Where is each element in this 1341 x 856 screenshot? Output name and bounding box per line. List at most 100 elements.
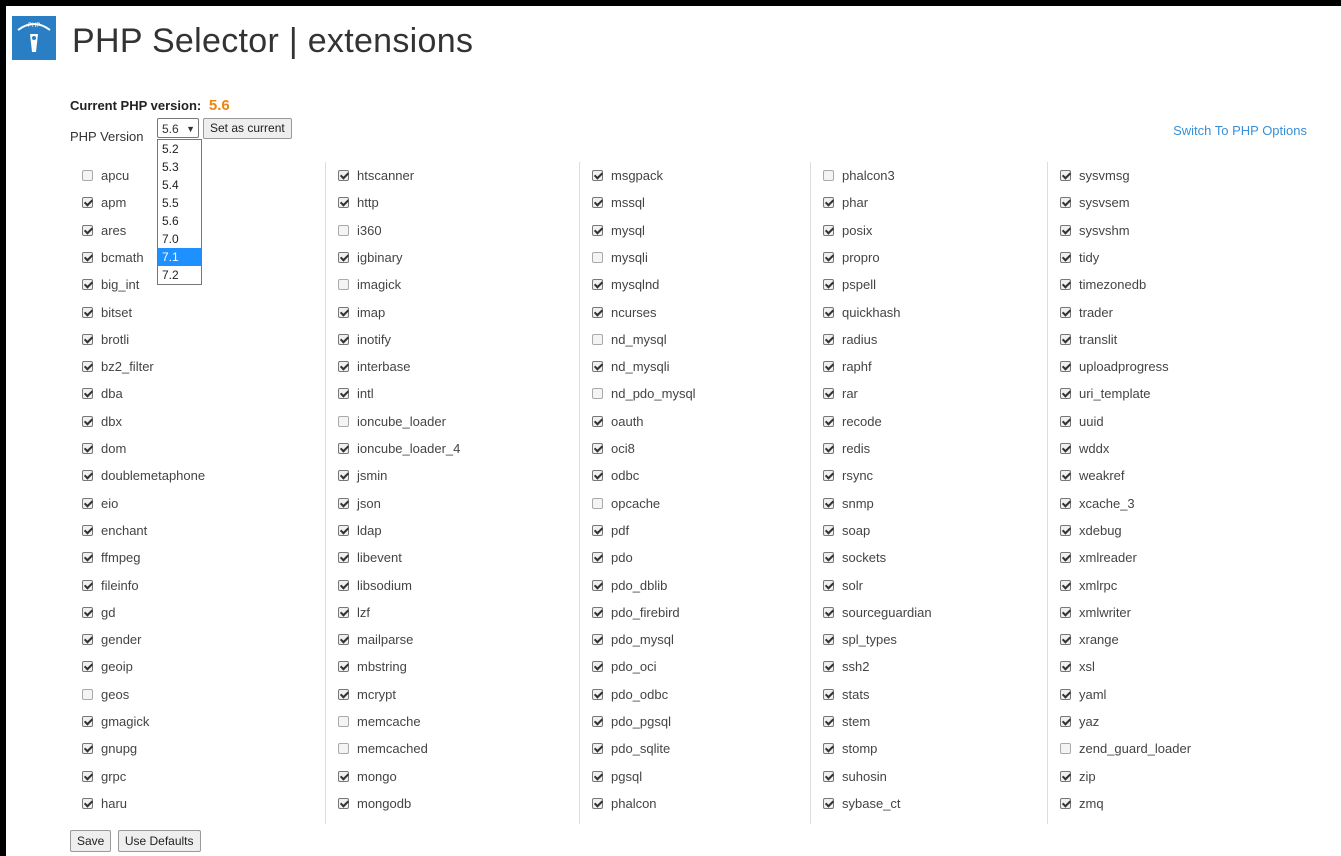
extension-item[interactable]: i360	[338, 217, 382, 244]
extension-checkbox[interactable]	[82, 470, 93, 482]
extension-item[interactable]: eio	[82, 490, 118, 517]
extension-item[interactable]: suhosin	[823, 763, 887, 790]
extension-checkbox[interactable]	[338, 634, 349, 646]
extension-item[interactable]: trader	[1060, 299, 1113, 326]
extension-checkbox[interactable]	[592, 497, 603, 509]
extension-item[interactable]: apcu	[82, 162, 129, 189]
extension-checkbox[interactable]	[82, 306, 93, 318]
extension-item[interactable]: mysqli	[592, 244, 648, 271]
save-button[interactable]: Save	[70, 830, 112, 852]
extension-item[interactable]: wddx	[1060, 435, 1109, 462]
extension-item[interactable]: stem	[823, 708, 870, 735]
extension-checkbox[interactable]	[823, 443, 834, 454]
extension-checkbox[interactable]	[82, 197, 93, 209]
extension-item[interactable]: haru	[82, 790, 127, 817]
extension-checkbox[interactable]	[592, 552, 603, 564]
extension-item[interactable]: pdo_oci	[592, 653, 657, 680]
extension-item[interactable]: sockets	[823, 544, 886, 571]
extension-item[interactable]: oci8	[592, 435, 635, 462]
extension-item[interactable]: memcached	[338, 735, 428, 762]
extension-item[interactable]: dbx	[82, 408, 122, 435]
extension-checkbox[interactable]	[823, 797, 834, 809]
extension-checkbox[interactable]	[823, 606, 834, 618]
extension-item[interactable]: rsync	[823, 462, 873, 489]
extension-item[interactable]: mailparse	[338, 626, 413, 653]
extension-checkbox[interactable]	[1060, 388, 1071, 400]
extension-checkbox[interactable]	[338, 279, 349, 291]
extension-item[interactable]: libevent	[338, 544, 402, 571]
extension-item[interactable]: pdo_odbc	[592, 681, 668, 708]
extension-checkbox[interactable]	[592, 716, 603, 727]
extension-item[interactable]: sysvshm	[1060, 217, 1130, 244]
extension-item[interactable]: sysvmsg	[1060, 162, 1130, 189]
extension-checkbox[interactable]	[823, 688, 834, 700]
extension-checkbox[interactable]	[338, 251, 349, 263]
extension-item[interactable]: mysql	[592, 217, 645, 244]
extension-item[interactable]: redis	[823, 435, 870, 462]
extension-checkbox[interactable]	[1060, 552, 1071, 564]
extension-checkbox[interactable]	[592, 770, 603, 782]
extension-item[interactable]: gmagick	[82, 708, 149, 735]
extension-checkbox[interactable]	[823, 333, 834, 345]
extension-item[interactable]: brotli	[82, 326, 129, 353]
extension-checkbox[interactable]	[338, 579, 349, 591]
extension-checkbox[interactable]	[592, 743, 603, 755]
extension-checkbox[interactable]	[592, 251, 603, 263]
extension-item[interactable]: intl	[338, 380, 374, 407]
extension-checkbox[interactable]	[338, 443, 349, 454]
extension-checkbox[interactable]	[1060, 688, 1071, 700]
extension-item[interactable]: mssql	[592, 189, 645, 216]
extension-checkbox[interactable]	[823, 497, 834, 509]
php-version-option[interactable]: 7.1	[158, 248, 201, 266]
extension-checkbox[interactable]	[82, 388, 93, 400]
extension-item[interactable]: zend_guard_loader	[1060, 735, 1191, 762]
extension-item[interactable]: json	[338, 490, 381, 517]
extension-checkbox[interactable]	[338, 661, 349, 673]
extension-item[interactable]: pdo_mysql	[592, 626, 674, 653]
extension-item[interactable]: recode	[823, 408, 882, 435]
extension-item[interactable]: apm	[82, 189, 126, 216]
extension-checkbox[interactable]	[823, 579, 834, 591]
extension-item[interactable]: pdo_sqlite	[592, 735, 670, 762]
extension-item[interactable]: nd_mysql	[592, 326, 667, 353]
extension-checkbox[interactable]	[592, 170, 603, 181]
extension-checkbox[interactable]	[338, 497, 349, 509]
extension-checkbox[interactable]	[823, 306, 834, 318]
extension-checkbox[interactable]	[82, 524, 93, 536]
extension-checkbox[interactable]	[823, 743, 834, 755]
extension-item[interactable]: xrange	[1060, 626, 1119, 653]
extension-checkbox[interactable]	[82, 333, 93, 345]
extension-checkbox[interactable]	[82, 661, 93, 673]
extension-checkbox[interactable]	[1060, 251, 1071, 263]
use-defaults-button[interactable]: Use Defaults	[117, 830, 201, 852]
extension-checkbox[interactable]	[82, 606, 93, 618]
extension-item[interactable]: timezonedb	[1060, 271, 1146, 298]
extension-item[interactable]: translit	[1060, 326, 1117, 353]
extension-item[interactable]: geoip	[82, 653, 133, 680]
extension-item[interactable]: gd	[82, 599, 115, 626]
extension-item[interactable]: pdo	[592, 544, 633, 571]
extension-item[interactable]: xmlrpc	[1060, 572, 1117, 599]
extension-checkbox[interactable]	[1060, 224, 1071, 236]
extension-checkbox[interactable]	[1060, 279, 1071, 291]
extension-checkbox[interactable]	[1060, 743, 1071, 755]
extension-checkbox[interactable]	[82, 279, 93, 291]
extension-item[interactable]: mcrypt	[338, 681, 396, 708]
extension-checkbox[interactable]	[592, 224, 603, 236]
extension-checkbox[interactable]	[338, 770, 349, 782]
extension-item[interactable]: doublemetaphone	[82, 462, 205, 489]
extension-item[interactable]: bcmath	[82, 244, 144, 271]
extension-item[interactable]: geos	[82, 681, 129, 708]
extension-checkbox[interactable]	[338, 388, 349, 400]
extension-checkbox[interactable]	[823, 634, 834, 646]
extension-item[interactable]: weakref	[1060, 462, 1125, 489]
extension-item[interactable]: nd_mysqli	[592, 353, 670, 380]
extension-checkbox[interactable]	[823, 524, 834, 536]
extension-checkbox[interactable]	[1060, 634, 1071, 646]
extension-checkbox[interactable]	[338, 306, 349, 318]
extension-item[interactable]: zmq	[1060, 790, 1104, 817]
extension-item[interactable]: stats	[823, 681, 869, 708]
extension-item[interactable]: xdebug	[1060, 517, 1122, 544]
extension-checkbox[interactable]	[592, 443, 603, 454]
extension-item[interactable]: pdo_dblib	[592, 572, 667, 599]
